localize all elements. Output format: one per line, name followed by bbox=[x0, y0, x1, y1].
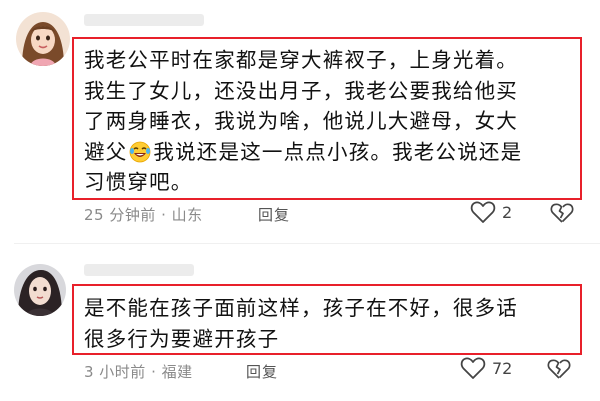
avatar[interactable] bbox=[16, 12, 70, 66]
username-placeholder[interactable] bbox=[84, 264, 194, 276]
comment-body: 我老公平时在家都是穿大裤衩子，上身光着。 我生了女儿，还没出月子，我老公要我给他… bbox=[84, 45, 580, 198]
heart-outline-icon bbox=[460, 357, 486, 379]
time-location: 3 小时前 · 福建 bbox=[84, 363, 193, 381]
comment-text-highlighted: 是不能在孩子面前这样，孩子在不好，很多话 很多行为要避开孩子 bbox=[72, 284, 582, 355]
like-count: 2 bbox=[502, 202, 513, 222]
comment-item: 是不能在孩子面前这样，孩子在不好，很多话 很多行为要避开孩子 3 小时前 · 福… bbox=[0, 250, 600, 401]
avatar[interactable] bbox=[14, 264, 66, 316]
comment-text-fragment: 我说还是这一点点小孩。我老公说还是 bbox=[153, 139, 523, 164]
reply-button[interactable]: 回复 bbox=[246, 361, 278, 382]
like-count: 72 bbox=[492, 358, 513, 378]
dislike-button[interactable] bbox=[547, 358, 571, 384]
reply-button[interactable]: 回复 bbox=[258, 204, 290, 225]
broken-heart-icon bbox=[550, 203, 574, 223]
comment-line: 了两身睡衣，我说为啥，他说儿大避母，女大 bbox=[84, 109, 518, 133]
comment-line: 是不能在孩子面前这样，孩子在不好，很多话 bbox=[84, 296, 518, 320]
laughing-crying-emoji-icon bbox=[129, 141, 151, 163]
broken-heart-icon bbox=[547, 359, 571, 379]
comment-text-highlighted: 我老公平时在家都是穿大裤衩子，上身光着。 我生了女儿，还没出月子，我老公要我给他… bbox=[72, 37, 582, 200]
comment-line: 我生了女儿，还没出月子，我老公要我给他买 bbox=[84, 78, 518, 103]
comment-text-fragment: 避父 bbox=[84, 139, 128, 164]
comment-line: 我老公平时在家都是穿大裤衩子，上身光着。 bbox=[84, 48, 518, 72]
time-location: 25 分钟前 · 山东 bbox=[84, 206, 203, 224]
like-button[interactable]: 72 bbox=[460, 356, 512, 380]
divider bbox=[14, 243, 600, 244]
dislike-button[interactable] bbox=[550, 202, 574, 228]
comment-line-with-emoji: 避父 我说还是这一点点小孩。我老公说还是 bbox=[84, 137, 580, 168]
comment-line: 习惯穿吧。 bbox=[84, 170, 193, 194]
comment-line: 很多行为要避开孩子 bbox=[84, 326, 280, 351]
like-button[interactable]: 2 bbox=[470, 200, 512, 224]
comment-item: 我老公平时在家都是穿大裤衩子，上身光着。 我生了女儿，还没出月子，我老公要我给他… bbox=[0, 0, 600, 250]
comment-body: 是不能在孩子面前这样，孩子在不好，很多话 很多行为要避开孩子 bbox=[84, 293, 580, 354]
username-placeholder[interactable] bbox=[84, 14, 204, 26]
heart-outline-icon bbox=[470, 201, 496, 223]
